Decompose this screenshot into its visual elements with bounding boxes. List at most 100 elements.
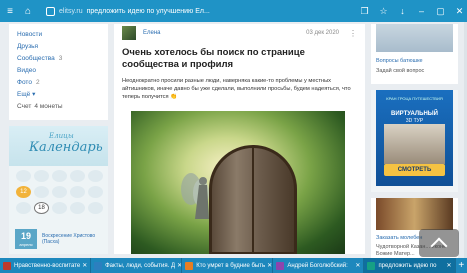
menu-icon[interactable]: ≡ xyxy=(2,3,18,19)
today-number: 19 xyxy=(20,231,31,241)
icon-image xyxy=(376,198,453,230)
calendar-day[interactable] xyxy=(88,202,103,214)
today-month: апреля xyxy=(19,242,33,247)
download-icon[interactable]: ↓ xyxy=(395,3,410,19)
tab-label: Андрей Боголюбский: xyxy=(287,262,348,269)
sidebar-item-more[interactable]: Ещё ▾ xyxy=(17,89,100,101)
tab-favicon-icon xyxy=(3,261,11,270)
tab-label: Нравственно-воспитате xyxy=(14,262,81,269)
post-card: Елена 03 дек 2020 ⋮ Очень хотелось бы по… xyxy=(114,24,365,254)
calendar-day[interactable]: 12 xyxy=(16,186,31,198)
fairy-door-illustration xyxy=(209,145,297,254)
sidebar-item-communities[interactable]: Сообщества 3 xyxy=(17,53,100,65)
church-image xyxy=(384,124,445,164)
browser-tab-bar: Нравственно-воспитате ✕ Факты, люди, событ… xyxy=(0,258,467,273)
sidebar-item-label: Фото xyxy=(17,79,32,86)
calendar-day[interactable] xyxy=(88,170,103,182)
tab-close-icon[interactable]: ✕ xyxy=(265,262,272,269)
calendar-day[interactable] xyxy=(16,170,31,182)
calendar-logo: Календарь xyxy=(29,140,103,155)
post-title: Очень хотелось бы поиск по странице сооб… xyxy=(122,47,305,70)
calendar-widget[interactable]: Елицы Календарь 12 18 19 апреля Воскресен… xyxy=(9,126,108,254)
calendar-day[interactable] xyxy=(70,170,85,182)
ad-widget[interactable]: КРАН ГРОЦА ПУТЕШЕСТВИЯ ВИРТУАЛЬНЫЙ 3D ТУР… xyxy=(371,90,458,192)
calendar-day[interactable] xyxy=(34,170,49,182)
home-icon[interactable]: ⌂ xyxy=(20,3,36,19)
ask-priest-title[interactable]: Вопросы батюшке xyxy=(376,58,453,64)
new-tab-button[interactable]: + xyxy=(456,258,467,273)
tab-favicon-icon xyxy=(94,261,103,270)
sidebar-item-count: 2 xyxy=(35,79,40,86)
browser-tab[interactable]: Нравственно-воспитате ✕ xyxy=(0,258,92,273)
fairy-figure xyxy=(181,173,209,219)
ask-priest-widget[interactable]: Вопросы батюшке Задай свой вопрос xyxy=(371,24,458,84)
tab-favicon-icon xyxy=(185,261,194,270)
calendar-day[interactable] xyxy=(16,202,31,214)
window-controls: ❐ ☆ ↓ – ▢ ✕ xyxy=(357,3,467,19)
calendar-day[interactable] xyxy=(52,186,67,198)
tab-label: Кто умрет в будние быть xyxy=(196,262,266,269)
tab-close-icon[interactable]: ✕ xyxy=(445,262,452,269)
tabs-icon[interactable]: ❐ xyxy=(357,3,372,19)
sidebar-item-label: Друзья xyxy=(17,43,39,50)
avatar[interactable] xyxy=(122,26,136,40)
sidebar-item-count: 3 xyxy=(58,55,63,62)
chevron-up-icon xyxy=(430,237,448,255)
restore-icon[interactable]: ▢ xyxy=(433,3,448,19)
post-header: Елена 03 дек 2020 ⋮ xyxy=(114,24,365,42)
more-options-icon[interactable]: ⋮ xyxy=(349,29,357,38)
sidebar-item-label: Ещё ▾ xyxy=(17,91,36,98)
lock-icon xyxy=(46,6,55,16)
left-sidebar: Новости Друзья Сообщества 3 Видео Фото 2 Е… xyxy=(9,24,108,120)
tab-favicon-icon xyxy=(276,261,285,270)
post-image[interactable] xyxy=(131,111,345,254)
tab-label: предложить идею по xyxy=(378,262,437,269)
browser-tab[interactable]: Факты, люди, события. Д ✕ xyxy=(91,258,183,273)
bookmarks-icon[interactable]: ☆ xyxy=(376,3,391,19)
ask-priest-image xyxy=(376,24,453,52)
tab-favicon-icon xyxy=(367,261,376,270)
ad-main-line: ВИРТУАЛЬНЫЙ xyxy=(391,111,438,117)
watch-button[interactable]: СМОТРЕТЬ xyxy=(384,164,445,176)
calendar-day[interactable]: 18 xyxy=(34,202,49,214)
close-icon[interactable]: ✕ xyxy=(452,3,467,19)
calendar-today-date: 19 апреля xyxy=(15,229,37,249)
calendar-day[interactable] xyxy=(88,186,103,198)
calendar-grid: 12 18 xyxy=(9,166,108,218)
calendar-header: Елицы Календарь xyxy=(9,126,108,166)
post-author[interactable]: Елена xyxy=(143,30,161,36)
calendar-today[interactable]: 19 апреля Воскресение Христово (Пасха) xyxy=(15,229,102,249)
post-date: 03 дек 2020 xyxy=(306,30,339,36)
sidebar-item-label: Сообщества xyxy=(17,55,55,62)
calendar-day[interactable] xyxy=(34,186,49,198)
sidebar-item-news[interactable]: Новости xyxy=(17,29,100,41)
url-text[interactable]: elitsy.ru xyxy=(59,8,83,15)
address-bar[interactable]: elitsy.ru предложить идею по улучшению Е… xyxy=(46,3,210,19)
tab-close-icon[interactable]: ✕ xyxy=(175,262,181,269)
account-balance: Счет 4 монеты xyxy=(17,101,100,113)
sidebar-item-friends[interactable]: Друзья xyxy=(17,41,100,53)
balance-label: Счет xyxy=(17,103,32,110)
balance-value: 4 монеты xyxy=(34,103,63,110)
tab-close-icon[interactable]: ✕ xyxy=(80,262,87,269)
sidebar-item-label: Новости xyxy=(17,31,43,38)
scroll-to-top-button[interactable] xyxy=(419,229,459,257)
browser-tab[interactable]: Кто умрет в будние быть ✕ xyxy=(182,258,274,273)
tab-close-icon[interactable]: ✕ xyxy=(353,262,360,269)
calendar-day[interactable] xyxy=(70,186,85,198)
calendar-logo-small: Елицы xyxy=(49,132,74,140)
calendar-day[interactable] xyxy=(52,170,67,182)
browser-titlebar: ≡ ⌂ elitsy.ru предложить идею по улучшен… xyxy=(0,0,467,22)
calendar-day[interactable] xyxy=(52,202,67,214)
calendar-event[interactable]: Воскресение Христово (Пасха) xyxy=(42,233,102,245)
tab-label: Факты, люди, события. Д xyxy=(105,262,176,269)
browser-tab[interactable]: Андрей Боголюбский: ✕ xyxy=(273,258,365,273)
sidebar-item-video[interactable]: Видео xyxy=(17,65,100,77)
ask-priest-subtitle: Задай свой вопрос xyxy=(376,68,425,74)
browser-tab[interactable]: предложить идею по ✕ xyxy=(364,258,456,273)
virtual-tour-ad[interactable]: КРАН ГРОЦА ПУТЕШЕСТВИЯ ВИРТУАЛЬНЫЙ 3D ТУР… xyxy=(376,90,453,186)
sidebar-item-photo[interactable]: Фото 2 xyxy=(17,77,100,89)
minimize-icon[interactable]: – xyxy=(414,3,429,19)
post-body: Неоднократно просили разные люди, наверн… xyxy=(122,78,351,100)
calendar-day[interactable] xyxy=(70,202,85,214)
